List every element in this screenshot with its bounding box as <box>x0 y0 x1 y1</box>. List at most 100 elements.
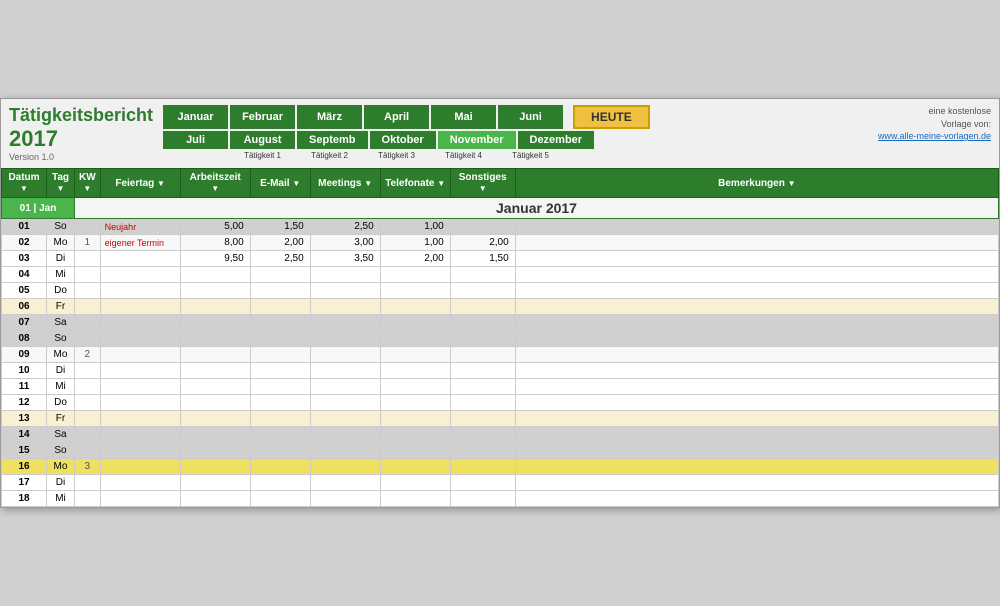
arbeitszeit-cell[interactable] <box>180 395 250 411</box>
arbeitszeit-cell[interactable] <box>180 379 250 395</box>
header-tag[interactable]: Tag ▼ <box>47 169 75 198</box>
month-dez[interactable]: Dezember <box>518 131 595 149</box>
arbeitszeit-cell[interactable] <box>180 443 250 459</box>
meetings-cell[interactable] <box>310 475 380 491</box>
month-feb[interactable]: Februar <box>230 105 295 129</box>
day-cell[interactable]: Sa <box>47 315 75 331</box>
bemerkungen-cell[interactable] <box>515 267 998 283</box>
meetings-cell[interactable] <box>310 267 380 283</box>
kw-cell[interactable]: 3 <box>75 459 101 475</box>
header-datum[interactable]: Datum ▼ <box>2 169 47 198</box>
header-feiertag[interactable]: Feiertag ▼ <box>100 169 180 198</box>
kw-cell[interactable] <box>75 491 101 507</box>
meetings-cell[interactable]: 3,50 <box>310 251 380 267</box>
day-cell[interactable]: Sa <box>47 427 75 443</box>
bemerkungen-cell[interactable] <box>515 235 998 251</box>
date-cell[interactable]: 06 <box>2 299 47 315</box>
telefonate-cell[interactable] <box>380 443 450 459</box>
telefonate-cell[interactable] <box>380 411 450 427</box>
date-cell[interactable]: 11 <box>2 379 47 395</box>
date-cell[interactable]: 07 <box>2 315 47 331</box>
telefonate-cell[interactable] <box>380 299 450 315</box>
telefonate-cell[interactable] <box>380 315 450 331</box>
email-cell[interactable] <box>250 315 310 331</box>
email-cell[interactable] <box>250 411 310 427</box>
meetings-cell[interactable] <box>310 283 380 299</box>
date-cell[interactable]: 02 <box>2 235 47 251</box>
telefonate-cell[interactable] <box>380 331 450 347</box>
day-cell[interactable]: Do <box>47 283 75 299</box>
kw-cell[interactable] <box>75 411 101 427</box>
date-cell[interactable]: 10 <box>2 363 47 379</box>
arbeitszeit-cell[interactable] <box>180 299 250 315</box>
kw-cell[interactable] <box>75 267 101 283</box>
feiertag-cell[interactable] <box>100 363 180 379</box>
feiertag-cell[interactable] <box>100 443 180 459</box>
email-cell[interactable]: 2,50 <box>250 251 310 267</box>
feiertag-cell[interactable] <box>100 411 180 427</box>
bemerkungen-cell[interactable] <box>515 411 998 427</box>
sonstiges-cell[interactable] <box>450 219 515 235</box>
telefonate-cell[interactable]: 2,00 <box>380 251 450 267</box>
month-jun[interactable]: Juni <box>498 105 563 129</box>
sonstiges-cell[interactable] <box>450 411 515 427</box>
feiertag-cell[interactable] <box>100 299 180 315</box>
bemerkungen-cell[interactable] <box>515 459 998 475</box>
sonstiges-cell[interactable]: 2,00 <box>450 235 515 251</box>
date-cell[interactable]: 12 <box>2 395 47 411</box>
header-telefonate[interactable]: Telefonate ▼ <box>380 169 450 198</box>
email-cell[interactable] <box>250 363 310 379</box>
kw-cell[interactable] <box>75 283 101 299</box>
feiertag-cell[interactable]: eigener Termin <box>100 235 180 251</box>
month-jan[interactable]: Januar <box>163 105 228 129</box>
meetings-cell[interactable] <box>310 347 380 363</box>
kw-cell[interactable] <box>75 379 101 395</box>
bemerkungen-cell[interactable] <box>515 251 998 267</box>
kw-cell[interactable] <box>75 219 101 235</box>
arbeitszeit-cell[interactable] <box>180 331 250 347</box>
sonstiges-cell[interactable] <box>450 267 515 283</box>
telefonate-cell[interactable] <box>380 363 450 379</box>
feiertag-cell[interactable] <box>100 459 180 475</box>
meetings-cell[interactable] <box>310 427 380 443</box>
month-sep[interactable]: Septemb <box>297 131 367 149</box>
email-cell[interactable] <box>250 443 310 459</box>
bemerkungen-cell[interactable] <box>515 427 998 443</box>
sonstiges-cell[interactable] <box>450 475 515 491</box>
bemerkungen-cell[interactable] <box>515 347 998 363</box>
day-cell[interactable]: Do <box>47 395 75 411</box>
telefonate-cell[interactable] <box>380 475 450 491</box>
bemerkungen-cell[interactable] <box>515 363 998 379</box>
feiertag-cell[interactable] <box>100 283 180 299</box>
day-cell[interactable]: Mo <box>47 235 75 251</box>
arbeitszeit-cell[interactable] <box>180 347 250 363</box>
header-email[interactable]: E-Mail ▼ <box>250 169 310 198</box>
feiertag-cell[interactable]: Neujahr <box>100 219 180 235</box>
email-cell[interactable]: 1,50 <box>250 219 310 235</box>
meetings-cell[interactable] <box>310 379 380 395</box>
month-okt[interactable]: Oktober <box>370 131 436 149</box>
meetings-cell[interactable] <box>310 443 380 459</box>
date-cell[interactable]: 09 <box>2 347 47 363</box>
month-jul[interactable]: Juli <box>163 131 228 149</box>
kw-cell[interactable] <box>75 299 101 315</box>
meetings-cell[interactable] <box>310 411 380 427</box>
feiertag-cell[interactable] <box>100 315 180 331</box>
feiertag-cell[interactable] <box>100 267 180 283</box>
day-cell[interactable]: Mo <box>47 347 75 363</box>
meetings-cell[interactable] <box>310 395 380 411</box>
telefonate-cell[interactable] <box>380 459 450 475</box>
arbeitszeit-cell[interactable] <box>180 363 250 379</box>
header-bemerkungen[interactable]: Bemerkungen ▼ <box>515 169 998 198</box>
heute-button[interactable]: HEUTE <box>573 105 650 129</box>
day-cell[interactable]: Di <box>47 251 75 267</box>
feiertag-cell[interactable] <box>100 379 180 395</box>
meetings-cell[interactable] <box>310 299 380 315</box>
kw-cell[interactable] <box>75 395 101 411</box>
email-cell[interactable] <box>250 267 310 283</box>
bemerkungen-cell[interactable] <box>515 331 998 347</box>
meetings-cell[interactable]: 3,00 <box>310 235 380 251</box>
sonstiges-cell[interactable] <box>450 491 515 507</box>
arbeitszeit-cell[interactable] <box>180 283 250 299</box>
day-cell[interactable]: Fr <box>47 299 75 315</box>
